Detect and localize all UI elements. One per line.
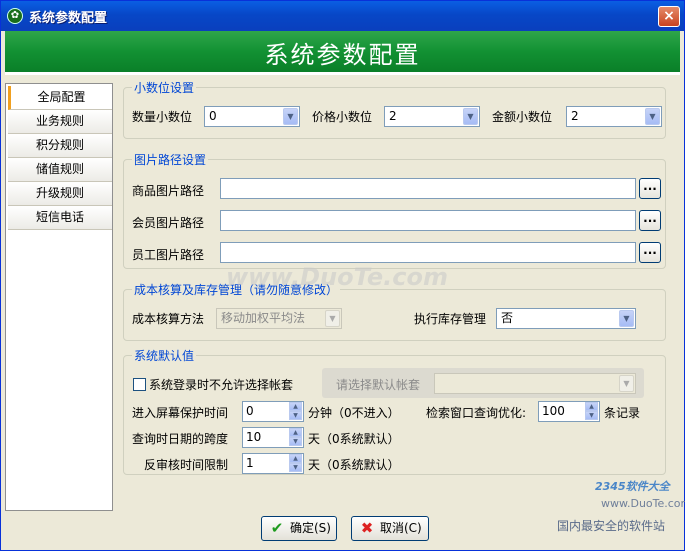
defaults-group: 系统默认值 系统登录时不允许选择帐套 请选择默认帐套 ▼ 进入屏幕保护时间 0 … bbox=[123, 347, 666, 475]
reaudit-limit-value: 1 bbox=[246, 456, 254, 470]
cost-inventory-group: 成本核算及库存管理（请勿随意修改） 成本核算方法 移动加权平均法 ▼ 执行库存管… bbox=[123, 281, 666, 341]
inventory-mgmt-value: 否 bbox=[501, 311, 514, 325]
banner-title: 系统参数配置 bbox=[264, 41, 421, 69]
image-path-legend: 图片路径设置 bbox=[132, 151, 209, 168]
no-select-account-label[interactable]: 系统登录时不允许选择帐套 bbox=[149, 376, 293, 393]
watermark-text: www.DuoTe.com bbox=[226, 263, 448, 291]
price-decimal-label: 价格小数位 bbox=[312, 110, 373, 124]
chevron-down-icon[interactable]: ▼ bbox=[619, 310, 634, 327]
staff-image-path-input[interactable] bbox=[220, 242, 636, 263]
staff-image-browse-button[interactable]: ... bbox=[639, 242, 661, 263]
spin-down-icon[interactable]: ▼ bbox=[585, 411, 598, 420]
defaults-legend: 系统默认值 bbox=[132, 347, 197, 364]
watermark-site-url: www.DuoTe.com bbox=[601, 497, 685, 510]
no-select-account-checkbox[interactable] bbox=[133, 378, 146, 391]
image-path-group: 图片路径设置 商品图片路径 ... 会员图片路径 ... 员工图片路径 ... bbox=[123, 151, 666, 269]
spin-down-icon[interactable]: ▼ bbox=[289, 437, 302, 446]
tab-global-config[interactable]: 全局配置 bbox=[8, 86, 112, 110]
spin-down-icon[interactable]: ▼ bbox=[289, 411, 302, 420]
window-title: 系统参数配置 bbox=[29, 11, 108, 26]
staff-image-label: 员工图片路径 bbox=[132, 248, 205, 262]
cost-method-value: 移动加权平均法 bbox=[221, 311, 306, 325]
chevron-down-icon[interactable]: ▼ bbox=[619, 375, 634, 392]
title-bar[interactable]: ✿ 系统参数配置 × bbox=[1, 1, 684, 31]
ok-button[interactable]: ✔ 确定(S) bbox=[261, 516, 337, 541]
cancel-x-icon: ✖ bbox=[360, 519, 374, 537]
date-span-value: 10 bbox=[246, 430, 262, 444]
tab-sms-phone[interactable]: 短信电话 bbox=[8, 206, 112, 230]
search-optimization-spinner[interactable]: 100 ▲ ▼ bbox=[538, 401, 600, 422]
price-decimal-select[interactable]: 2 ▼ bbox=[384, 106, 480, 127]
default-account-area: 请选择默认帐套 ▼ bbox=[322, 368, 644, 398]
amount-decimal-label: 金额小数位 bbox=[492, 110, 553, 124]
spin-up-icon[interactable]: ▲ bbox=[289, 428, 302, 437]
settings-window: ✿ 系统参数配置 × 系统参数配置 全局配置 业务规则 积分规则 储值规则 升级… bbox=[0, 0, 685, 551]
spin-up-icon[interactable]: ▲ bbox=[289, 454, 302, 463]
reaudit-limit-label: 反审核时间限制 bbox=[144, 458, 229, 472]
date-span-spinner[interactable]: 10 ▲ ▼ bbox=[242, 427, 304, 448]
goods-image-path-input[interactable] bbox=[220, 178, 636, 199]
close-button[interactable]: × bbox=[658, 6, 680, 27]
ok-button-label: 确定(S) bbox=[290, 521, 331, 535]
tab-points-rules[interactable]: 积分规则 bbox=[8, 134, 112, 158]
cost-method-label: 成本核算方法 bbox=[132, 312, 205, 326]
spin-up-icon[interactable]: ▲ bbox=[585, 402, 598, 411]
banner: 系统参数配置 bbox=[5, 31, 680, 75]
search-optimization-unit: 条记录 bbox=[604, 406, 641, 420]
cost-method-select[interactable]: 移动加权平均法 ▼ bbox=[216, 308, 342, 329]
checkmark-icon: ✔ bbox=[270, 519, 284, 537]
screensaver-unit: 分钟（0不进入） bbox=[308, 406, 400, 420]
chevron-down-icon[interactable]: ▼ bbox=[283, 108, 298, 125]
spin-down-icon[interactable]: ▼ bbox=[289, 463, 302, 472]
screensaver-value: 0 bbox=[246, 404, 254, 418]
tab-upgrade-rules[interactable]: 升级规则 bbox=[8, 182, 112, 206]
amount-decimal-value: 2 bbox=[571, 109, 579, 123]
tab-business-rules[interactable]: 业务规则 bbox=[8, 110, 112, 134]
decimal-group: 小数位设置 数量小数位 0 ▼ 价格小数位 2 ▼ 金额小数位 2 ▼ bbox=[123, 79, 666, 139]
member-image-label: 会员图片路径 bbox=[132, 216, 205, 230]
reaudit-limit-spinner[interactable]: 1 ▲ ▼ bbox=[242, 453, 304, 474]
qty-decimal-select[interactable]: 0 ▼ bbox=[204, 106, 300, 127]
default-account-label: 请选择默认帐套 bbox=[336, 378, 421, 392]
content-panel: 小数位设置 数量小数位 0 ▼ 价格小数位 2 ▼ 金额小数位 2 ▼ 图片路径… bbox=[113, 75, 680, 511]
watermark-slogan: 国内最安全的软件站 bbox=[557, 519, 666, 533]
date-span-unit: 天（0系统默认） bbox=[308, 432, 400, 446]
search-optimization-value: 100 bbox=[542, 404, 565, 418]
qty-decimal-label: 数量小数位 bbox=[132, 110, 193, 124]
cancel-button-label: 取消(C) bbox=[380, 521, 422, 535]
sidebar: 全局配置 业务规则 积分规则 储值规则 升级规则 短信电话 bbox=[5, 83, 113, 511]
search-optimization-label: 检索窗口查询优化: bbox=[426, 406, 527, 420]
member-image-path-input[interactable] bbox=[220, 210, 636, 231]
chevron-down-icon[interactable]: ▼ bbox=[325, 310, 340, 327]
reaudit-limit-unit: 天（0系统默认） bbox=[308, 458, 400, 472]
inventory-mgmt-label: 执行库存管理 bbox=[414, 312, 487, 326]
qty-decimal-value: 0 bbox=[209, 109, 217, 123]
spin-up-icon[interactable]: ▲ bbox=[289, 402, 302, 411]
default-account-select[interactable]: ▼ bbox=[434, 373, 636, 394]
screensaver-spinner[interactable]: 0 ▲ ▼ bbox=[242, 401, 304, 422]
cancel-button[interactable]: ✖ 取消(C) bbox=[351, 516, 429, 541]
tab-stored-value-rules[interactable]: 储值规则 bbox=[8, 158, 112, 182]
price-decimal-value: 2 bbox=[389, 109, 397, 123]
chevron-down-icon[interactable]: ▼ bbox=[645, 108, 660, 125]
chevron-down-icon[interactable]: ▼ bbox=[463, 108, 478, 125]
amount-decimal-select[interactable]: 2 ▼ bbox=[566, 106, 662, 127]
goods-image-browse-button[interactable]: ... bbox=[639, 178, 661, 199]
inventory-mgmt-select[interactable]: 否 ▼ bbox=[496, 308, 636, 329]
watermark-site-name: 2345软件大全 bbox=[595, 480, 670, 493]
goods-image-label: 商品图片路径 bbox=[132, 184, 205, 198]
screensaver-label: 进入屏幕保护时间 bbox=[132, 406, 229, 420]
decimal-legend: 小数位设置 bbox=[132, 79, 197, 96]
member-image-browse-button[interactable]: ... bbox=[639, 210, 661, 231]
date-span-label: 查询时日期的跨度 bbox=[132, 432, 229, 446]
app-icon: ✿ bbox=[7, 8, 23, 24]
